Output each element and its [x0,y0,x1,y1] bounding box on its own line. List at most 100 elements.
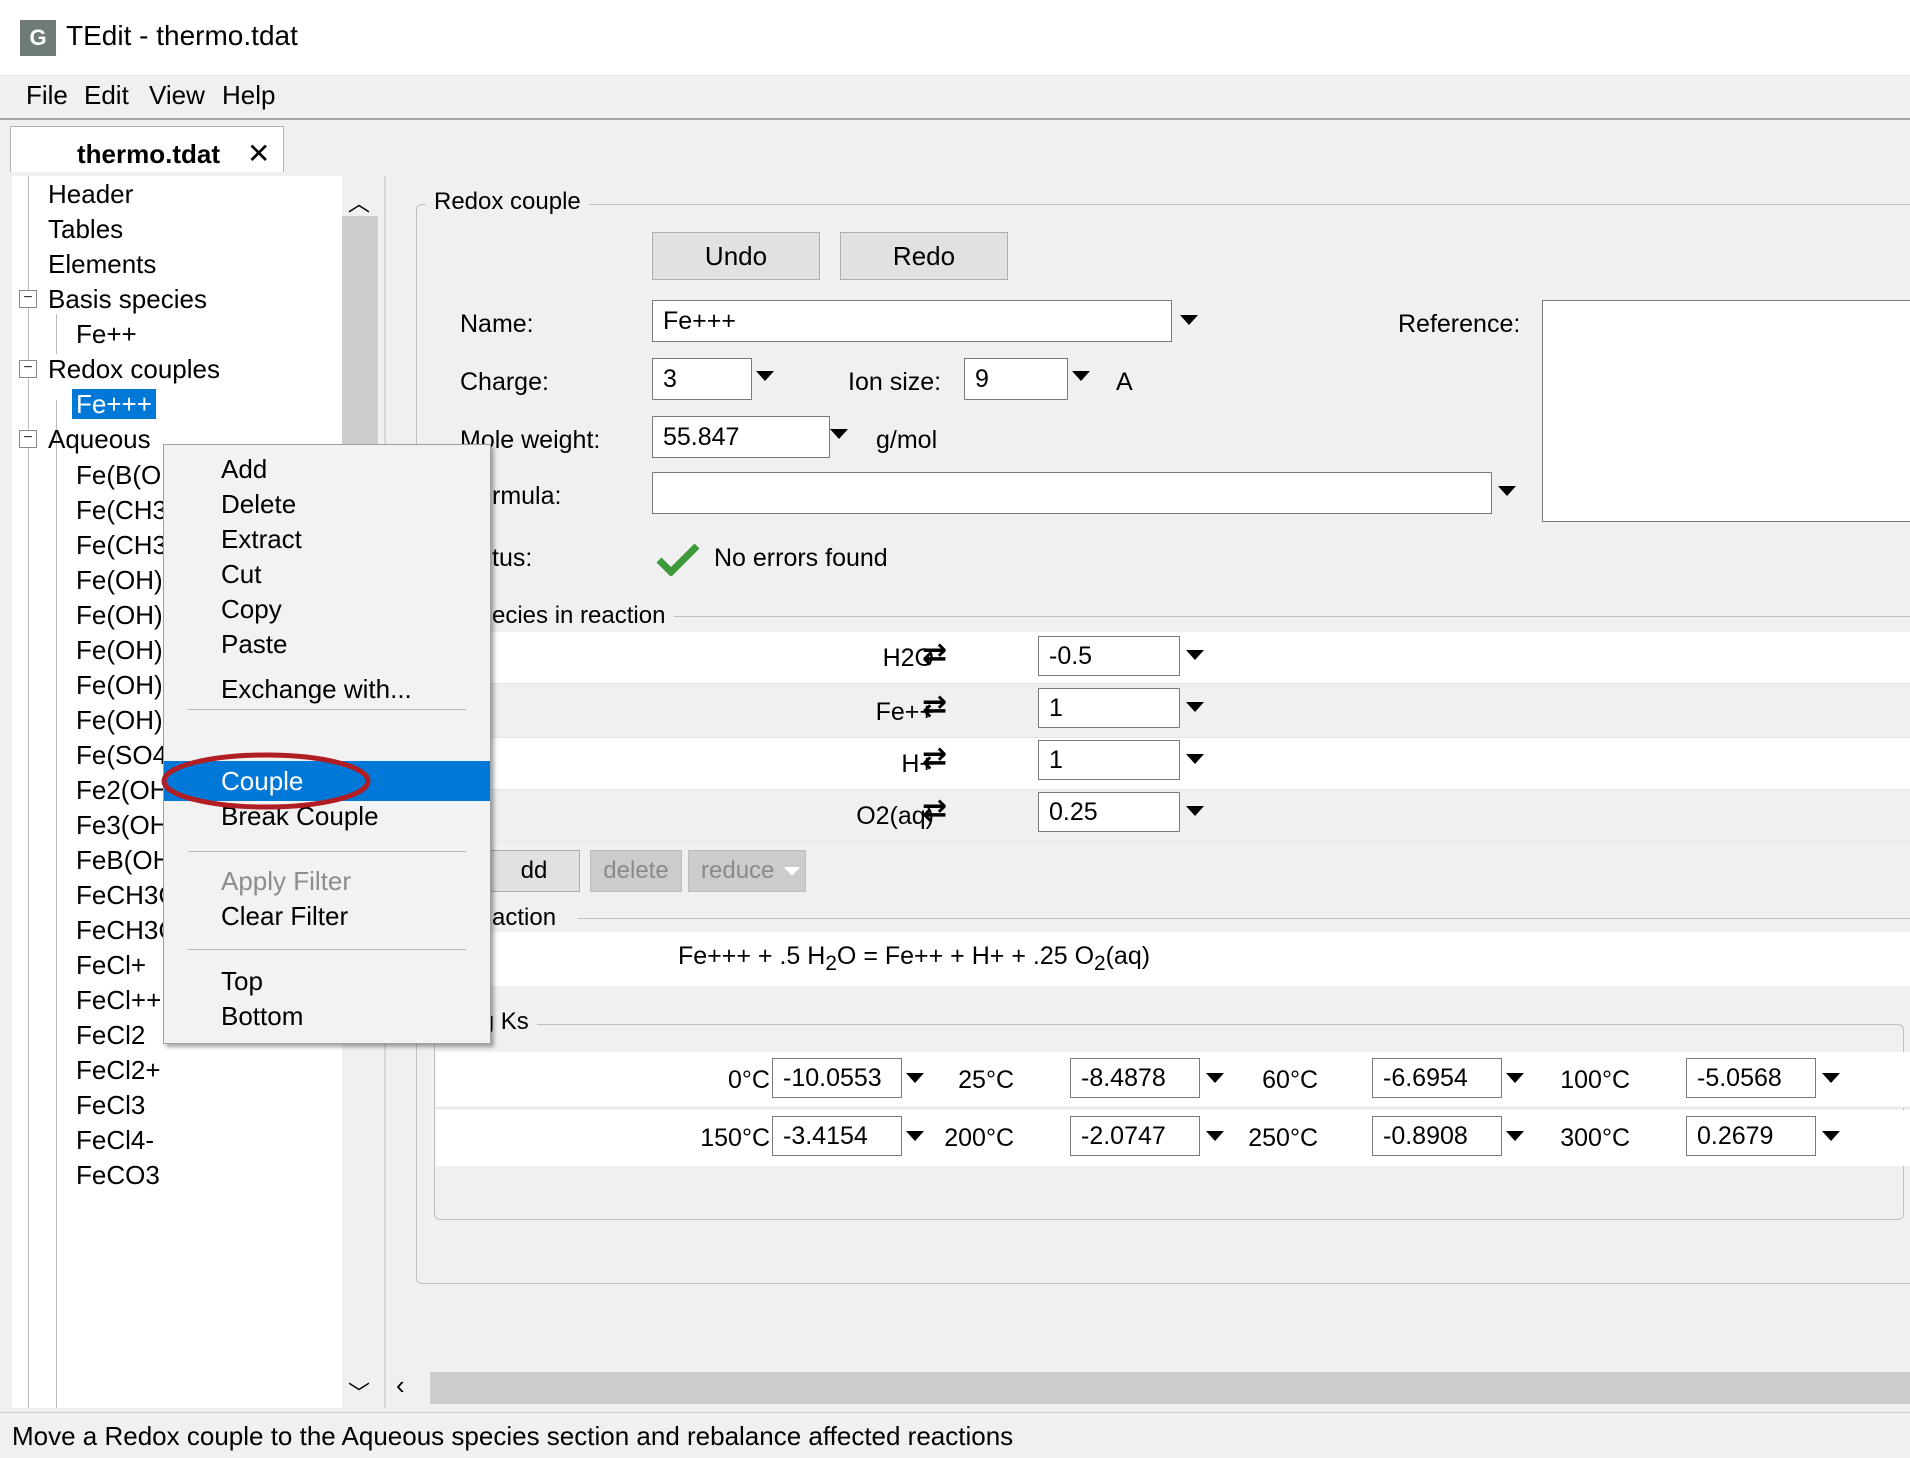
species-coef-input[interactable]: -0.5 [1038,636,1180,676]
ion-size-dropdown-icon[interactable] [1072,371,1090,381]
menu-edit[interactable]: Edit [84,80,129,111]
logk-input[interactable]: -6.6954 [1372,1058,1502,1098]
menu-item-extract[interactable]: Extract [164,519,490,559]
logk-input[interactable]: -8.4878 [1070,1058,1200,1098]
tree-item-redox-couples[interactable]: Redox couples [48,351,220,387]
logk-temp-label: 100°C [1560,1066,1630,1094]
logk-input[interactable]: -5.0568 [1686,1058,1816,1098]
swap-icon[interactable]: ⇄ [922,744,947,774]
menu-item-add[interactable]: Add [164,449,490,489]
redox-couple-title: Redox couple [426,188,589,216]
tree-item-aqueous-species[interactable]: Fe(OH) [76,632,163,668]
tree-item-aqueous-species[interactable]: FeB(OH [76,842,171,878]
content-hscroll-thumb[interactable] [430,1372,1910,1404]
swap-icon[interactable]: ⇄ [922,796,947,826]
tree-item-tables[interactable]: Tables [48,211,123,247]
name-input[interactable]: Fe+++ [652,300,1172,342]
tree-item-elements[interactable]: Elements [48,246,156,282]
tree-item-aqueous-species[interactable]: Fe2(OH [76,772,168,808]
reaction-lhs: Fe+++ + .5 H [678,942,826,970]
undo-button[interactable]: Undo [652,232,820,280]
menu-item-paste[interactable]: Paste [164,624,490,664]
menu-item-bottom[interactable]: Bottom [164,996,490,1036]
species-coef-dropdown-icon[interactable] [1186,650,1204,660]
menu-view[interactable]: View [149,80,205,111]
formula-input[interactable] [652,472,1492,514]
charge-input[interactable]: 3 [652,358,752,400]
tree-item-aqueous-species[interactable]: Fe(OH) [76,667,163,703]
collapse-basis-icon[interactable]: − [19,290,37,308]
tree-item-aqueous-species[interactable]: FeCl+ [76,947,146,983]
tab-thermo-tdat[interactable]: thermo.tdat ✕ [10,126,284,176]
mole-weight-input[interactable]: 55.847 [652,416,830,458]
swap-icon[interactable]: ⇄ [922,692,947,722]
tree-item-aqueous-species[interactable]: FeCl3 [76,1087,145,1123]
add-species-button[interactable]: dd [488,850,580,892]
menu-separator [188,949,466,950]
menu-item-copy[interactable]: Copy [164,589,490,629]
logk-dropdown-icon[interactable] [1822,1131,1840,1141]
menu-file[interactable]: File [26,80,68,111]
species-coef-dropdown-icon[interactable] [1186,806,1204,816]
app-icon: G [20,20,56,56]
tree-item-aqueous-species[interactable]: FeCl4- [76,1122,154,1158]
tree-item-aqueous-species[interactable]: Fe(CH3 [76,527,167,563]
tree-item-fe-plus2[interactable]: Fe++ [76,316,137,352]
ion-size-input[interactable]: 9 [964,358,1068,400]
tree-item-aqueous[interactable]: Aqueous [48,421,151,457]
menu-item-exchange-with[interactable]: Exchange with... [164,669,490,709]
tree-item-basis-species[interactable]: Basis species [48,281,207,317]
collapse-aqueous-icon[interactable]: − [19,430,37,448]
species-coef-input[interactable]: 1 [1038,688,1180,728]
tree-item-aqueous-species[interactable]: Fe(OH) [76,562,163,598]
charge-dropdown-icon[interactable] [756,371,774,381]
tree-item-aqueous-species[interactable]: Fe(OH) [76,597,163,633]
tree-item-aqueous-species[interactable]: FeCl++ [76,982,161,1018]
logk-dropdown-icon[interactable] [1506,1131,1524,1141]
menu-item-top[interactable]: Top [164,961,490,1001]
delete-species-button[interactable]: delete [590,850,682,892]
tree-guide-line [56,426,57,1408]
tree-item-fe-plus3[interactable]: Fe+++ [72,386,156,422]
logk-input[interactable]: -0.8908 [1372,1116,1502,1156]
swap-icon[interactable]: ⇄ [922,640,947,670]
logk-dropdown-icon[interactable] [1506,1073,1524,1083]
close-tab-icon[interactable]: ✕ [247,137,270,170]
tree-item-aqueous-species[interactable]: Fe(OH) [76,702,163,738]
scroll-up-icon[interactable]: ︿ [348,186,370,218]
tree-item-header[interactable]: Header [48,176,133,212]
species-coef-dropdown-icon[interactable] [1186,702,1204,712]
tree-item-aqueous-species[interactable]: Fe(CH3 [76,492,167,528]
species-coef-input[interactable]: 0.25 [1038,792,1180,832]
status-bar: Move a Redox couple to the Aqueous speci… [0,1412,1910,1458]
collapse-redox-icon[interactable]: − [19,360,37,378]
species-coef-dropdown-icon[interactable] [1186,754,1204,764]
tree-item-aqueous-species[interactable]: FeCl2 [76,1017,145,1053]
scroll-down-icon[interactable]: ﹀ [348,1376,370,1408]
tree-item-aqueous-species[interactable]: Fe(SO4 [76,737,167,773]
logk-temp-label: 25°C [958,1066,1014,1094]
mole-weight-dropdown-icon[interactable] [830,429,848,439]
reference-textarea[interactable] [1542,300,1910,522]
menu-item-clear-filter[interactable]: Clear Filter [164,896,490,936]
reduce-dropdown-icon[interactable] [784,867,800,876]
logk-temp-label: 300°C [1560,1124,1630,1152]
logk-input[interactable]: -3.4154 [772,1116,902,1156]
species-coef-input[interactable]: 1 [1038,740,1180,780]
tree-item-aqueous-species[interactable]: FeCO3 [76,1157,160,1193]
logk-input[interactable]: -2.0747 [1070,1116,1200,1156]
logk-input[interactable]: -10.0553 [772,1058,902,1098]
reaction-middle: O = Fe++ + H+ + .25 O [836,942,1095,970]
tree-item-aqueous-species[interactable]: FeCl2+ [76,1052,161,1088]
menu-item-delete[interactable]: Delete [164,484,490,524]
menu-help[interactable]: Help [222,80,275,111]
formula-dropdown-icon[interactable] [1498,486,1516,496]
menu-item-cut[interactable]: Cut [164,554,490,594]
redo-button[interactable]: Redo [840,232,1008,280]
scroll-left-icon[interactable]: ‹ [396,1370,405,1401]
tree-item-aqueous-species[interactable]: Fe3(OH [76,807,168,843]
logk-input[interactable]: 0.2679 [1686,1116,1816,1156]
logk-dropdown-icon[interactable] [1822,1073,1840,1083]
ion-size-label: Ion size: [848,368,942,396]
name-dropdown-icon[interactable] [1180,315,1198,325]
